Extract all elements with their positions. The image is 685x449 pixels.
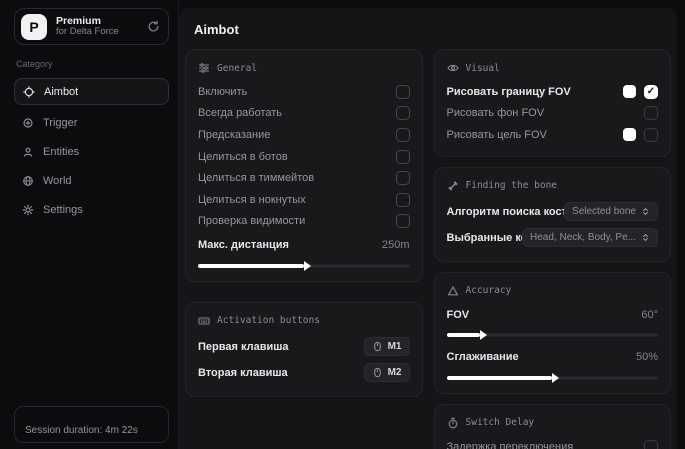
sidebar-item-label: Settings [43,204,83,216]
eye-icon [447,62,459,74]
accuracy-card-title: Accuracy [447,281,659,301]
keyboard-icon [198,315,210,327]
keybind-row: Первая клавиша M1 [198,334,410,360]
toggle-row: Всегда работать [198,103,410,125]
switch-delay-toggle-row: Задержка переключения [447,436,659,449]
sidebar-item-settings[interactable]: Settings [14,196,169,223]
sync-icon[interactable] [147,20,160,33]
mouse-icon [372,341,383,352]
slider-thumb[interactable] [304,261,311,271]
sidebar-item-label: Trigger [43,117,77,129]
slider-thumb[interactable] [552,373,559,383]
bone-algorithm-select[interactable]: Selected bone [564,202,658,221]
entities-icon [22,146,34,158]
visual-row: Рисовать границу FOV [447,81,659,103]
bone-icon [447,180,459,192]
finding-bone-card-title: Finding the bone [447,176,659,196]
fov-border-color-swatch[interactable] [623,85,636,98]
sidebar-item-world[interactable]: World [14,167,169,194]
activation-card-title: Activation buttons [198,311,410,331]
sliders-icon [198,62,210,74]
smoothing-value: 50% [636,351,658,363]
finding-bone-card: Finding the bone Алгоритм поиска кости S… [434,167,672,262]
sidebar-item-label: World [43,175,72,187]
sidebar-item-entities[interactable]: Entities [14,138,169,165]
activation-buttons-card: Activation buttons Первая клавиша M1 [185,302,423,397]
toggle-row: Целиться в ботов [198,146,410,168]
triangle-icon [447,285,459,297]
sidebar-item-aimbot[interactable]: Aimbot [14,78,169,105]
target-knocked-checkbox[interactable] [396,193,410,207]
selected-bones-select[interactable]: Head, Neck, Body, Pe... [522,228,658,247]
target-bots-checkbox[interactable] [396,150,410,164]
selected-bones-row: Выбранные кости Head, Neck, Body, Pe... [447,225,659,251]
product-subtitle: for Delta Force [56,27,138,38]
draw-fov-border-checkbox[interactable] [644,85,658,99]
sidebar-item-trigger[interactable]: Trigger [14,109,169,136]
switch-delay-checkbox[interactable] [644,440,658,449]
globe-icon [22,175,34,187]
product-logo: P [21,14,47,40]
bone-algorithm-row: Алгоритм поиска кости Selected bone [447,199,659,225]
product-card: P Premium for Delta Force [14,8,169,45]
session-duration-text: Session duration: 4m 22s [25,425,138,436]
fov-row: FOV 60° [447,304,659,326]
switch-delay-card-title: Switch Delay [447,413,659,433]
trigger-icon [22,117,34,129]
visual-row: Рисовать фон FOV [447,103,659,125]
general-card-title: General [198,58,410,78]
second-key-button[interactable]: M2 [364,363,410,382]
session-duration: Session duration: 4m 22s [14,406,169,443]
page-title: Aimbot [194,22,671,37]
accuracy-card: Accuracy FOV 60° Сглаживание 50% [434,272,672,394]
unfold-icon [641,207,650,216]
timer-icon [447,417,459,429]
main-panel: Aimbot General Включить [179,8,677,449]
toggle-row: Целиться в нокнутых [198,189,410,211]
always-work-checkbox[interactable] [396,106,410,120]
max-distance-slider[interactable] [198,261,410,271]
draw-fov-target-checkbox[interactable] [644,128,658,142]
toggle-row: Включить [198,81,410,103]
toggle-row: Предсказание [198,124,410,146]
switch-delay-card: Switch Delay Задержка переключения Задер… [434,404,672,449]
fov-slider[interactable] [447,330,659,340]
draw-fov-background-checkbox[interactable] [644,106,658,120]
visual-row: Рисовать цель FOV [447,124,659,146]
keybind-row: Вторая клавиша M2 [198,360,410,386]
category-label: Category [16,59,169,69]
enable-checkbox[interactable] [396,85,410,99]
visibility-check-checkbox[interactable] [396,214,410,228]
mouse-icon [372,367,383,378]
max-distance-value: 250m [382,239,410,251]
gear-icon [22,204,34,216]
smoothing-row: Сглаживание 50% [447,346,659,368]
crosshair-icon [23,86,35,98]
fov-value: 60° [641,309,658,321]
max-distance-row: Макс. дистанция 250m [198,234,410,256]
sidebar-item-label: Entities [43,146,79,158]
unfold-icon [641,233,650,242]
toggle-row: Проверка видимости [198,211,410,233]
prediction-checkbox[interactable] [396,128,410,142]
first-key-button[interactable]: M1 [364,337,410,356]
target-teammates-checkbox[interactable] [396,171,410,185]
smoothing-slider[interactable] [447,373,659,383]
slider-thumb[interactable] [480,330,487,340]
general-card: General Включить Всегда работать Предска… [185,49,423,282]
visual-card-title: Visual [447,58,659,78]
sidebar: P Premium for Delta Force Category Aimbo… [0,0,179,449]
fov-target-color-swatch[interactable] [623,128,636,141]
visual-card: Visual Рисовать границу FOV Рисовать фон… [434,49,672,157]
toggle-row: Целиться в тиммейтов [198,167,410,189]
sidebar-item-label: Aimbot [44,86,78,98]
